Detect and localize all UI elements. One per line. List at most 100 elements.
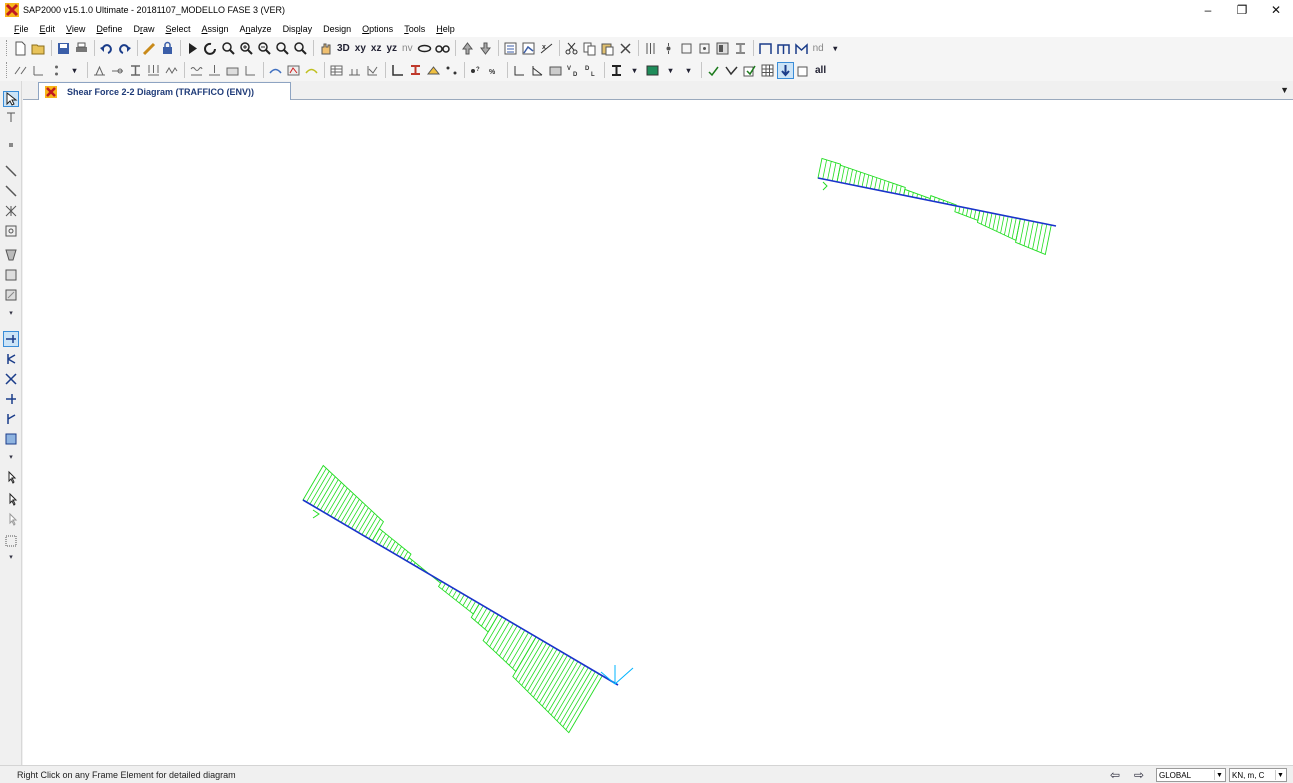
menu-analyze[interactable]: Analyze <box>240 24 272 34</box>
check-angle-icon[interactable] <box>723 62 740 79</box>
joint-label-icon[interactable] <box>48 62 65 79</box>
lane-icon[interactable]: % <box>486 62 503 79</box>
frame-section-icon[interactable] <box>127 62 144 79</box>
set-units-icon[interactable] <box>12 62 29 79</box>
chevron-down-icon[interactable]: ▾ <box>827 40 844 57</box>
i-beam-icon[interactable] <box>608 62 625 79</box>
draw-frame-icon[interactable] <box>757 40 774 57</box>
clear-selection-icon[interactable] <box>3 511 19 527</box>
zoom-full-icon[interactable] <box>292 40 309 57</box>
rotate-3d-icon[interactable] <box>416 40 433 57</box>
menu-assign[interactable]: Assign <box>201 24 228 34</box>
frame-release-icon[interactable] <box>109 62 126 79</box>
draw-portal-frame-icon[interactable] <box>775 40 792 57</box>
chevron-down-icon[interactable]: ▾ <box>680 62 697 79</box>
pencil-icon[interactable] <box>141 40 158 57</box>
cut-icon[interactable] <box>563 40 580 57</box>
select-area-icon[interactable] <box>3 431 19 447</box>
select-end-joint-icon[interactable] <box>3 391 19 407</box>
table-grid-icon[interactable] <box>759 62 776 79</box>
draw-truss-icon[interactable] <box>793 40 810 57</box>
paste-icon[interactable] <box>599 40 616 57</box>
combo-add-icon[interactable]: DL <box>583 62 600 79</box>
show-moments-icon[interactable] <box>285 62 302 79</box>
tab-dropdown-icon[interactable]: ▼ <box>1280 85 1289 95</box>
select-joint-icon[interactable] <box>3 411 19 427</box>
show-stress-icon[interactable] <box>303 62 320 79</box>
perspective-toggle-icon[interactable] <box>434 40 451 57</box>
area-load-icon[interactable] <box>224 62 241 79</box>
bridge-object-icon[interactable]: ? <box>468 62 485 79</box>
temperature-load-icon[interactable] <box>242 62 259 79</box>
frame-load-icon[interactable] <box>145 62 162 79</box>
select-intersect-icon[interactable] <box>3 371 19 387</box>
spring-icon[interactable] <box>163 62 180 79</box>
assign-joint-icon[interactable] <box>660 40 677 57</box>
point-load-icon[interactable] <box>206 62 223 79</box>
draw-frame-line-icon[interactable] <box>3 163 19 179</box>
chevron-down-icon[interactable]: ▾ <box>626 62 643 79</box>
section-designer-icon[interactable] <box>714 40 731 57</box>
menu-draw[interactable]: Draw <box>133 24 154 34</box>
view-xz-button[interactable]: xz <box>369 40 384 57</box>
new-model-icon[interactable] <box>12 40 29 57</box>
show-all-button[interactable]: all <box>813 62 828 79</box>
axes-display-icon[interactable] <box>389 62 406 79</box>
chevron-down-icon[interactable]: ▾ <box>3 305 19 321</box>
close-button[interactable]: ✕ <box>1259 0 1293 20</box>
pointer-select-icon[interactable] <box>3 91 19 107</box>
select-frames-icon[interactable] <box>3 331 19 347</box>
live-load-icon[interactable] <box>529 62 546 79</box>
virtual-work-icon[interactable] <box>346 62 363 79</box>
menu-design[interactable]: Design <box>323 24 351 34</box>
arrow-left-icon[interactable]: ⇦ <box>1105 768 1125 782</box>
model-view-canvas[interactable] <box>23 100 1293 765</box>
lock-model-icon[interactable] <box>159 40 176 57</box>
snap-options-icon[interactable] <box>3 533 19 549</box>
minimize-button[interactable]: – <box>1191 0 1225 20</box>
lower-girder-diagram[interactable] <box>302 464 619 734</box>
run-analysis-icon[interactable] <box>184 40 201 57</box>
draw-rect-area-icon[interactable] <box>3 267 19 283</box>
show-deformed-icon[interactable] <box>267 62 284 79</box>
show-tables-icon[interactable] <box>328 62 345 79</box>
concrete-design-icon[interactable] <box>425 62 442 79</box>
i-section-icon[interactable] <box>732 40 749 57</box>
menu-display[interactable]: Display <box>283 24 313 34</box>
combo-icon[interactable]: VD <box>565 62 582 79</box>
color-box-icon[interactable] <box>644 62 661 79</box>
show-forces-icon[interactable]: x <box>538 40 555 57</box>
copy-icon[interactable] <box>581 40 598 57</box>
get-previous-selection-icon[interactable] <box>3 491 19 507</box>
undo-icon[interactable] <box>98 40 115 57</box>
check-box-icon[interactable] <box>795 62 812 79</box>
quick-draw-area-icon[interactable] <box>3 287 19 303</box>
joint-restraint-icon[interactable] <box>91 62 108 79</box>
assign-area-icon[interactable] <box>696 40 713 57</box>
dead-load-icon[interactable] <box>511 62 528 79</box>
units-select[interactable]: KN, m, C ▼ <box>1229 768 1287 782</box>
draw-braces-icon[interactable] <box>3 203 19 219</box>
view-xy-button[interactable]: xy <box>353 40 368 57</box>
chevron-down-icon[interactable]: ▾ <box>66 62 83 79</box>
zoom-in-icon[interactable] <box>238 40 255 57</box>
draw-joint-icon[interactable] <box>3 137 19 153</box>
menu-view[interactable]: View <box>66 24 85 34</box>
replicate-icon[interactable] <box>642 40 659 57</box>
draw-poly-area-icon[interactable] <box>3 247 19 263</box>
move-down-icon[interactable] <box>477 40 494 57</box>
menu-options[interactable]: Options <box>362 24 393 34</box>
menu-select[interactable]: Select <box>165 24 190 34</box>
aluminum-design-icon[interactable] <box>443 62 460 79</box>
move-up-icon[interactable] <box>459 40 476 57</box>
pan-hand-icon[interactable] <box>317 40 334 57</box>
menu-tools[interactable]: Tools <box>404 24 425 34</box>
refresh-view-icon[interactable] <box>202 40 219 57</box>
select-all-icon[interactable] <box>3 469 19 485</box>
steel-design-icon[interactable] <box>407 62 424 79</box>
arrow-right-icon[interactable]: ⇨ <box>1129 768 1149 782</box>
menu-define[interactable]: Define <box>96 24 122 34</box>
coordinate-system-select[interactable]: GLOBAL ▼ <box>1156 768 1226 782</box>
distributed-load-icon[interactable] <box>188 62 205 79</box>
open-folder-icon[interactable] <box>30 40 47 57</box>
